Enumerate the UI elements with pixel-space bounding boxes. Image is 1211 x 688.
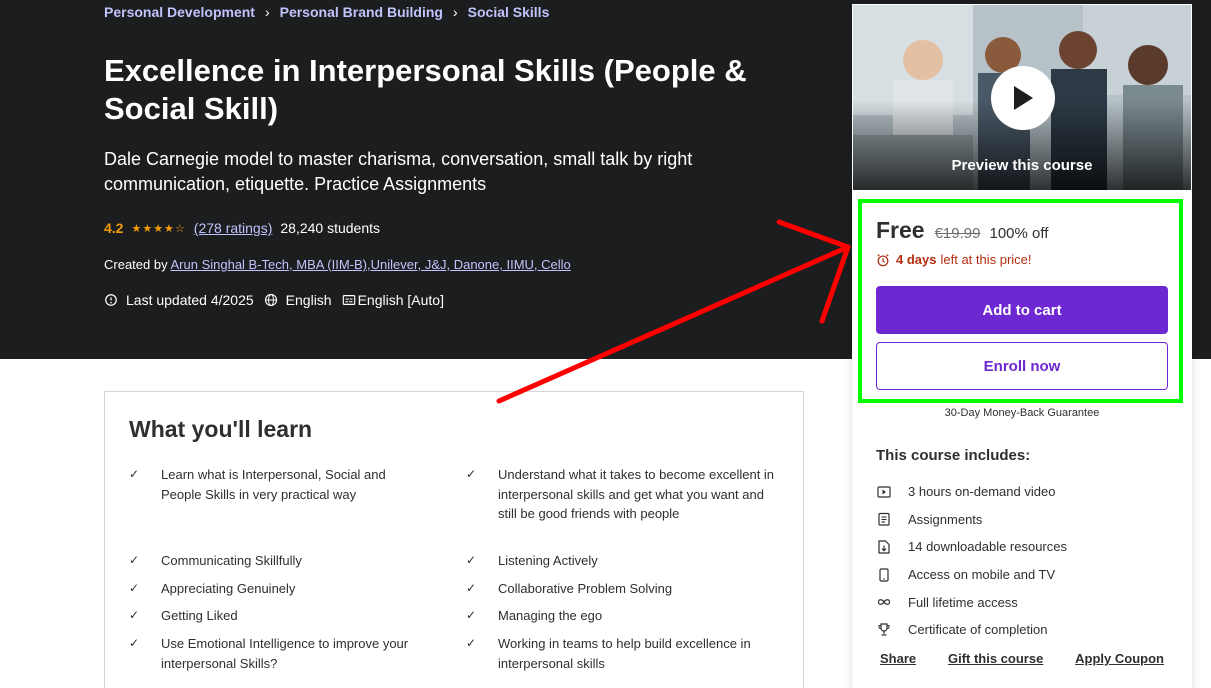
current-price: Free [876, 217, 925, 243]
share-link[interactable]: Share [876, 651, 920, 666]
breadcrumb-social-skills[interactable]: Social Skills [468, 4, 550, 20]
check-icon: ✓ [466, 636, 477, 650]
include-label: Full lifetime access [908, 594, 1018, 610]
include-label: 14 downloadable resources [908, 539, 1067, 555]
course-title: Excellence in Interpersonal Skills (Peop… [104, 53, 747, 126]
check-icon: ✓ [129, 608, 140, 622]
list-item: 14 downloadable resources [876, 533, 1067, 561]
include-label: 3 hours on-demand video [908, 484, 1056, 500]
breadcrumb-personal-development[interactable]: Personal Development [104, 4, 255, 20]
list-item: Assignments [876, 506, 1067, 534]
created-by: Created by Arun Singhal B-Tech, MBA (IIM… [104, 257, 571, 272]
learn-item-text: Learn what is Interpersonal, Social and … [161, 467, 386, 502]
what-youll-learn: What you'll learn ✓ Learn what is Interp… [104, 391, 804, 688]
learn-item-text: Working in teams to help build excellenc… [498, 636, 751, 671]
ratings-count-link[interactable]: (278 ratings) [194, 220, 273, 236]
alert-badge-icon [105, 294, 117, 306]
play-icon [1014, 86, 1033, 110]
video-icon [876, 484, 892, 500]
check-icon: ✓ [466, 553, 477, 567]
captions: English [Auto] [342, 292, 444, 308]
mobile-icon [876, 567, 892, 583]
language-text: English [285, 292, 332, 308]
include-label: Access on mobile and TV [908, 567, 1056, 583]
gift-course-link[interactable]: Gift this course [944, 651, 1047, 666]
list-item: ✓ Getting Liked [129, 606, 429, 626]
price-row: Free €19.99 100% off [876, 217, 1048, 244]
check-icon: ✓ [129, 636, 140, 650]
list-item: Access on mobile and TV [876, 561, 1067, 589]
last-updated-text: Last updated 4/2025 [126, 292, 254, 308]
star-rating-icon: ★★★★☆ [131, 222, 186, 235]
rating-row: 4.2 ★★★★☆ (278 ratings) 28,240 students [104, 220, 380, 236]
last-updated: Last updated 4/2025 [104, 292, 254, 308]
discount-percent: 100% off [989, 225, 1049, 242]
list-item: ✓ Managing the ego [466, 606, 786, 626]
list-item: ✓ Use Emotional Intelligence to improve … [129, 634, 439, 673]
add-to-cart-button[interactable]: Add to cart [876, 286, 1168, 334]
infinity-icon [876, 594, 892, 610]
list-item: Full lifetime access [876, 588, 1067, 616]
breadcrumb-personal-brand-building[interactable]: Personal Brand Building [280, 4, 443, 20]
learn-title: What you'll learn [129, 416, 313, 442]
list-item: ✓ Appreciating Genuinely [129, 579, 429, 599]
timer-days: 4 days [896, 252, 937, 267]
students-count: 28,240 students [280, 220, 381, 236]
chevron-right-icon: › [264, 4, 270, 20]
course-subtitle: Dale Carnegie model to master charisma, … [104, 149, 693, 194]
card-footer-links: Share Gift this course Apply Coupon [876, 651, 1168, 666]
alarm-clock-icon [877, 253, 889, 266]
list-item: ✓ Communicating Skillfully [129, 551, 429, 571]
learn-item-text: Understand what it takes to become excel… [498, 467, 775, 521]
check-icon: ✓ [129, 553, 140, 567]
include-label: Assignments [908, 511, 983, 527]
includes-list: 3 hours on-demand video Assignments 14 d… [876, 478, 1067, 644]
instructor-link[interactable]: Arun Singhal B-Tech, MBA (IIM-B),Unileve… [171, 257, 571, 272]
learn-item-text: Getting Liked [161, 608, 238, 623]
learn-item-text: Use Emotional Intelligence to improve yo… [161, 636, 409, 671]
course-meta: Last updated 4/2025 English English [Aut… [104, 292, 454, 308]
course-preview[interactable]: Preview this course [853, 5, 1191, 190]
list-item: ✓ Understand what it takes to become exc… [466, 465, 786, 524]
globe-icon [264, 293, 277, 307]
closed-captions-icon [342, 295, 355, 305]
trophy-icon [876, 622, 892, 638]
assignment-icon [876, 511, 892, 527]
list-item: ✓ Learn what is Interpersonal, Social an… [129, 465, 419, 504]
list-item: ✓ Working in teams to help build excelle… [466, 634, 786, 673]
language: English [264, 292, 332, 308]
download-file-icon [876, 539, 892, 555]
price-timer: 4 days left at this price! [876, 252, 1032, 267]
timer-text: left at this price! [940, 252, 1032, 267]
rating-value: 4.2 [104, 220, 124, 236]
check-icon: ✓ [466, 608, 477, 622]
list-item: ✓ Collaborative Problem Solving [466, 579, 786, 599]
check-icon: ✓ [129, 467, 140, 481]
check-icon: ✓ [129, 581, 140, 595]
list-item: 3 hours on-demand video [876, 478, 1067, 506]
check-icon: ✓ [466, 581, 477, 595]
include-label: Certificate of completion [908, 622, 1048, 638]
preview-label: Preview this course [951, 157, 1093, 174]
list-item: ✓ Listening Actively [466, 551, 786, 571]
breadcrumb: Personal Development › Personal Brand Bu… [104, 4, 549, 20]
list-item: Certificate of completion [876, 616, 1067, 644]
learn-item-text: Communicating Skillfully [161, 553, 302, 568]
learn-item-text: Listening Actively [498, 553, 598, 568]
chevron-right-icon: › [452, 4, 458, 20]
learn-item-text: Managing the ego [498, 608, 603, 623]
created-by-label: Created by [104, 257, 168, 272]
enroll-now-button[interactable]: Enroll now [876, 342, 1168, 390]
captions-text: English [Auto] [357, 292, 444, 308]
includes-title: This course includes: [876, 447, 1031, 464]
learn-item-text: Appreciating Genuinely [161, 581, 296, 596]
money-back-guarantee: 30-Day Money-Back Guarantee [944, 407, 1100, 419]
learn-item-text: Collaborative Problem Solving [498, 581, 673, 596]
apply-coupon-link[interactable]: Apply Coupon [1071, 651, 1168, 666]
play-button[interactable] [991, 66, 1055, 130]
check-icon: ✓ [466, 467, 477, 481]
original-price: €19.99 [934, 225, 981, 242]
